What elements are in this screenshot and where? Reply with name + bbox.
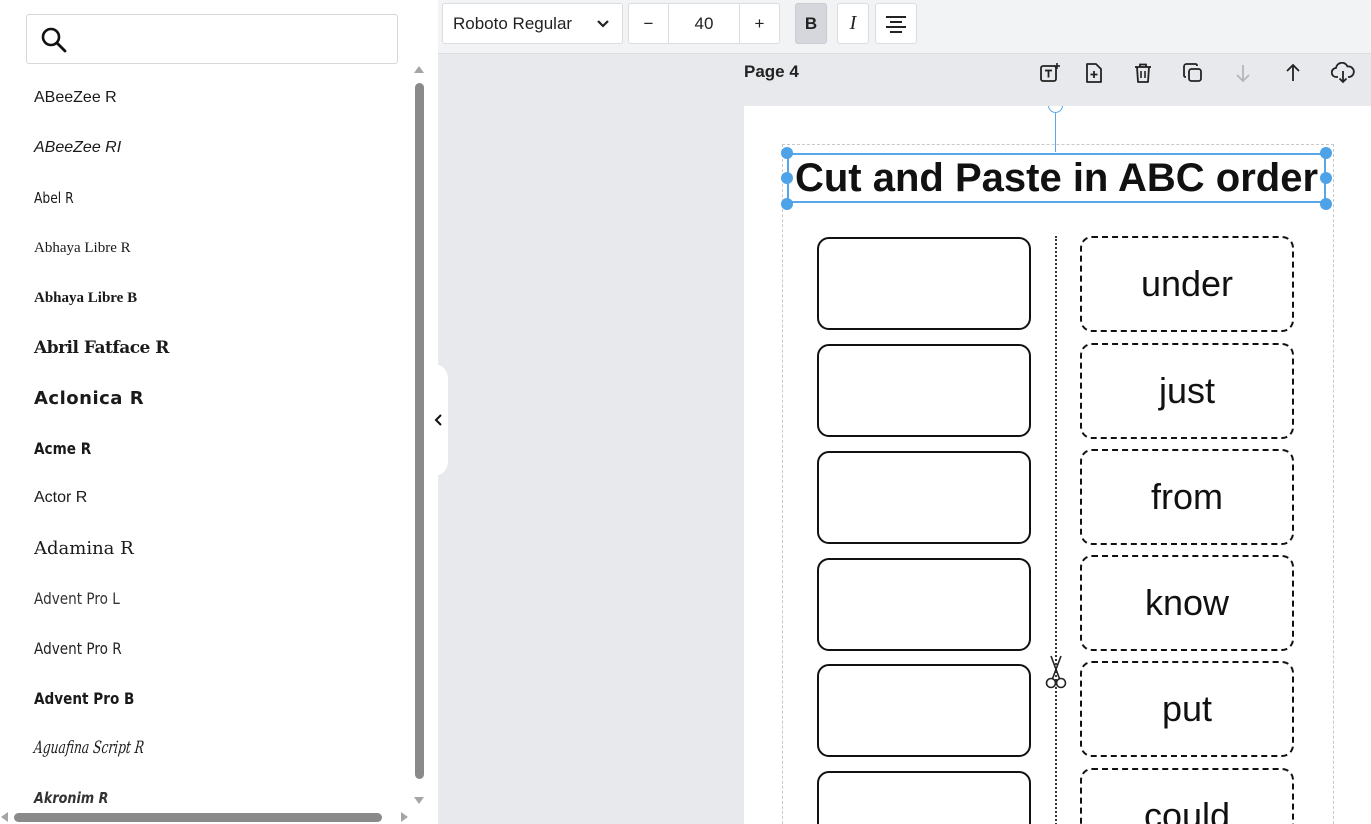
word-card-under[interactable]: under: [1080, 236, 1294, 332]
duplicate-page-button[interactable]: [1180, 60, 1206, 86]
answer-box[interactable]: [817, 558, 1031, 651]
answer-box[interactable]: [817, 771, 1031, 824]
font-item-abril-fatface-r[interactable]: Abril Fatface R: [34, 323, 394, 373]
bold-button[interactable]: B: [795, 3, 827, 44]
move-page-down-button[interactable]: [1230, 60, 1256, 86]
resize-handle-top-right[interactable]: [1320, 147, 1332, 159]
page-label: Page 4: [744, 62, 799, 81]
add-text-button[interactable]: [1037, 60, 1063, 86]
scroll-up-arrow-icon[interactable]: [414, 66, 424, 73]
cut-line: [1055, 236, 1057, 824]
arrow-up-icon: [1286, 63, 1300, 81]
increase-font-size-button[interactable]: +: [739, 3, 780, 44]
add-text-icon: [1040, 63, 1060, 82]
italic-button[interactable]: I: [837, 3, 869, 44]
resize-handle-bottom-left[interactable]: [781, 198, 793, 210]
vertical-scrollbar-thumb[interactable]: [415, 83, 424, 779]
font-item-abeezee-ri[interactable]: ABeeZee RI: [34, 123, 394, 173]
resize-handle-bottom-right[interactable]: [1320, 198, 1332, 210]
page-canvas[interactable]: Cut and Paste in ABC order under just fr…: [744, 106, 1371, 824]
scroll-left-arrow-icon[interactable]: [1, 812, 8, 822]
answer-box[interactable]: [817, 664, 1031, 757]
move-page-up-button[interactable]: [1280, 60, 1306, 86]
delete-page-button[interactable]: [1130, 60, 1156, 86]
worksheet-title[interactable]: Cut and Paste in ABC order: [789, 155, 1324, 201]
decrease-font-size-button[interactable]: −: [628, 3, 669, 44]
font-item-aguafina-script-r[interactable]: Aguafina Script R: [31, 723, 295, 773]
cloud-download-icon: [1331, 62, 1355, 84]
add-page-icon: [1086, 63, 1102, 83]
word-card-could[interactable]: could: [1080, 768, 1294, 824]
font-panel: ABeeZee R ABeeZee RI Abel R Abhaya Libre…: [0, 0, 438, 824]
answer-box[interactable]: [817, 451, 1031, 544]
answer-box[interactable]: [817, 344, 1031, 437]
add-page-button[interactable]: [1081, 60, 1107, 86]
font-search-input[interactable]: [79, 23, 389, 55]
resize-handle-top-left[interactable]: [781, 147, 793, 159]
trash-icon: [1135, 63, 1151, 83]
font-search-box[interactable]: [26, 14, 398, 64]
font-item-actor-r[interactable]: Actor R: [34, 473, 394, 523]
word-card-just[interactable]: just: [1080, 343, 1294, 439]
font-item-abhaya-libre-b[interactable]: Abhaya Libre B: [34, 273, 394, 323]
font-item-abeezee-r[interactable]: ABeeZee R: [34, 73, 394, 123]
scroll-down-arrow-icon[interactable]: [414, 797, 424, 804]
align-center-icon: [886, 15, 906, 33]
rotate-handle[interactable]: [1048, 106, 1063, 113]
font-list: ABeeZee R ABeeZee RI Abel R Abhaya Libre…: [0, 73, 410, 811]
word-card-know[interactable]: know: [1080, 555, 1294, 651]
search-icon: [41, 27, 67, 53]
font-item-abel-r[interactable]: Abel R: [34, 173, 329, 223]
font-item-abhaya-libre-r[interactable]: Abhaya Libre R: [34, 223, 394, 273]
font-item-advent-pro-r[interactable]: Advent Pro R: [34, 623, 340, 673]
copy-icon: [1183, 63, 1202, 82]
word-card-put[interactable]: put: [1080, 661, 1294, 757]
scroll-right-arrow-icon[interactable]: [401, 812, 408, 822]
download-page-button[interactable]: [1330, 60, 1356, 86]
font-family-select[interactable]: Roboto Regular: [442, 3, 623, 44]
chevron-left-icon: [434, 414, 442, 426]
answer-box[interactable]: [817, 237, 1031, 330]
resize-handle-left[interactable]: [781, 172, 793, 184]
font-item-acme-r[interactable]: Acme R: [34, 423, 340, 473]
font-item-aclonica-r[interactable]: Aclonica R: [34, 373, 394, 423]
font-item-akronim-r[interactable]: Akronim R: [34, 773, 340, 811]
scissors-icon: [1045, 655, 1067, 689]
font-item-adamina-r[interactable]: Adamina R: [34, 523, 394, 573]
horizontal-scrollbar-thumb[interactable]: [14, 813, 382, 822]
align-center-button[interactable]: [875, 3, 917, 44]
title-text-box[interactable]: Cut and Paste in ABC order: [787, 153, 1326, 203]
font-item-advent-pro-l[interactable]: Advent Pro L: [34, 573, 340, 623]
font-family-value: Roboto Regular: [453, 13, 573, 33]
chevron-down-icon: [597, 19, 609, 28]
word-card-from[interactable]: from: [1080, 449, 1294, 545]
text-toolbar: Roboto Regular − 40 + B I: [438, 0, 1371, 54]
font-size-value[interactable]: 40: [669, 3, 739, 44]
resize-handle-right[interactable]: [1320, 172, 1332, 184]
arrow-down-icon: [1236, 65, 1250, 83]
font-item-advent-pro-b[interactable]: Advent Pro B: [34, 673, 340, 723]
collapse-panel-button[interactable]: [430, 364, 448, 476]
